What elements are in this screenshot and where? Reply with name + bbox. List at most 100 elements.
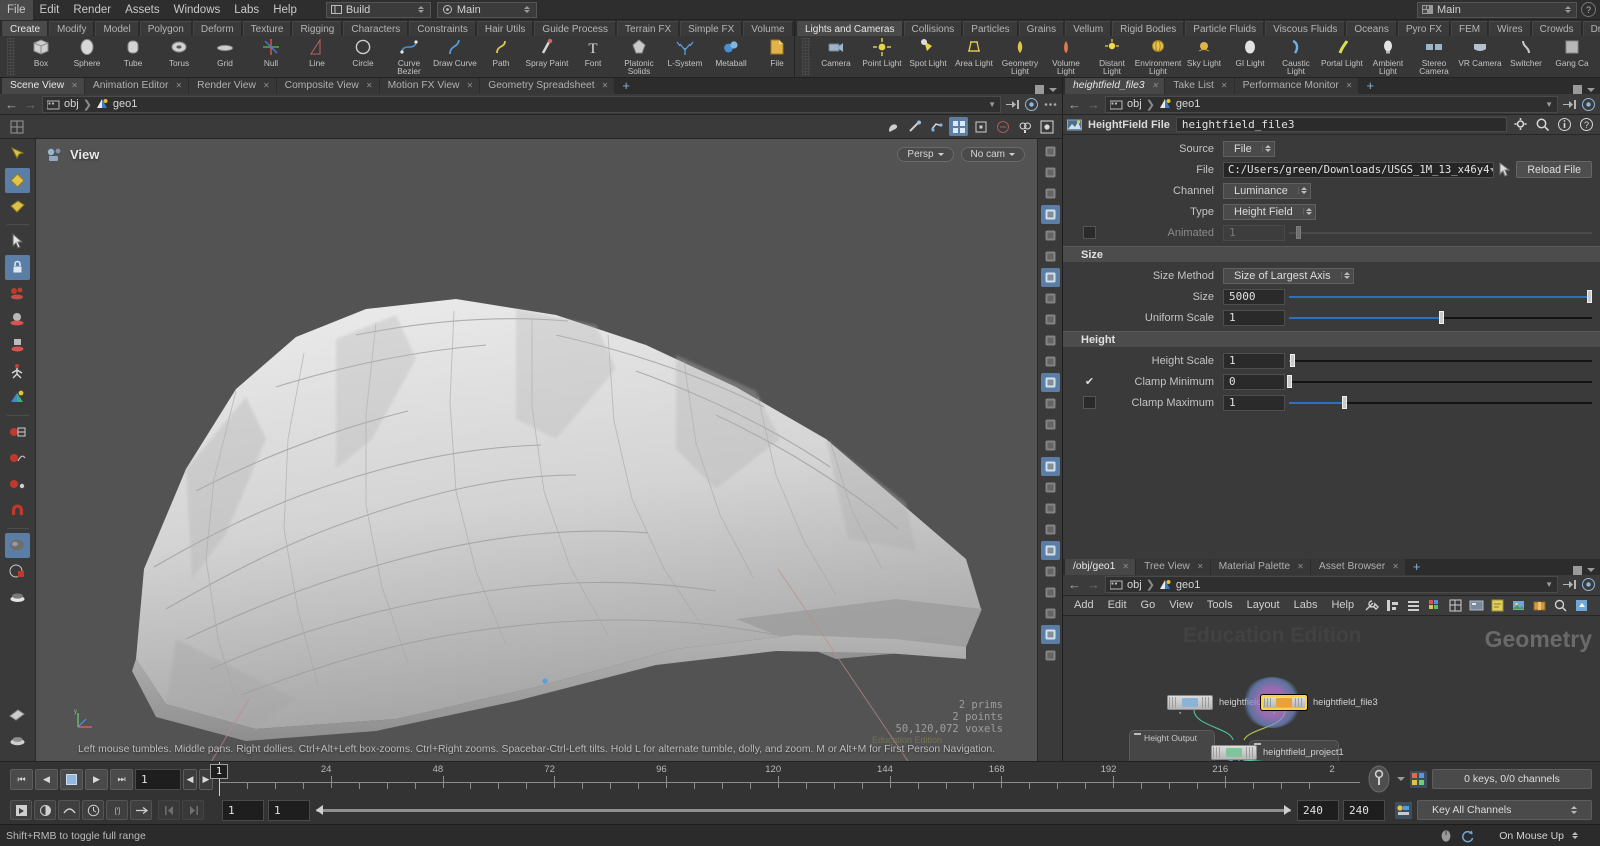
tab-close-icon[interactable]: ✕ xyxy=(1152,78,1159,94)
tab-close-icon[interactable]: ✕ xyxy=(366,78,373,94)
shelf-tool-metaball[interactable]: Metaball xyxy=(708,37,754,77)
time-icon[interactable] xyxy=(82,800,104,820)
parm-menu-spinner[interactable] xyxy=(1302,207,1312,216)
scene-tab-composite-view[interactable]: Composite View ✕ xyxy=(276,78,379,94)
slider-knob[interactable] xyxy=(1287,375,1292,388)
shelf-tool-l-system[interactable]: L-System xyxy=(662,37,708,77)
help-icon[interactable]: ? xyxy=(1581,2,1596,17)
network-canvas[interactable]: Education Edition Geometry Height Output… xyxy=(1063,615,1600,762)
list-icon[interactable] xyxy=(1405,597,1422,614)
layout-selector[interactable]: Main xyxy=(1417,1,1577,18)
node-flags[interactable]: ▪ xyxy=(1223,760,1225,762)
help-view-icon[interactable] xyxy=(1041,646,1060,665)
shelf-tool-torus[interactable]: Torus xyxy=(156,37,202,77)
shelf-tab-deform[interactable]: Deform xyxy=(192,21,242,36)
net-menu-view[interactable]: View xyxy=(1162,595,1200,615)
shelf-tab-rigging[interactable]: Rigging xyxy=(292,21,343,36)
net-target-icon[interactable] xyxy=(1581,577,1596,592)
shelf-tab-constraints[interactable]: Constraints xyxy=(409,21,476,36)
range-start-icon[interactable] xyxy=(158,800,180,820)
color-palette-icon[interactable] xyxy=(1426,597,1443,614)
shelf-tab-crowds[interactable]: Crowds xyxy=(1531,21,1582,36)
parm-value-size[interactable]: 5000 xyxy=(1223,288,1285,305)
shelf-tool-area-light[interactable]: Area Light xyxy=(951,37,997,77)
xray-icon[interactable] xyxy=(1041,415,1060,434)
parm-target-icon[interactable] xyxy=(1581,97,1596,112)
node-body[interactable] xyxy=(1261,694,1307,710)
tab-close-icon[interactable]: ✕ xyxy=(466,78,473,94)
nav-forward-icon[interactable]: → xyxy=(23,97,38,112)
stats-icon[interactable] xyxy=(1041,520,1060,539)
image-icon[interactable] xyxy=(1510,597,1527,614)
build-selector[interactable]: Build xyxy=(325,1,431,18)
menu-labs[interactable]: Labs xyxy=(227,0,266,20)
step-back-button[interactable]: ◀ xyxy=(183,768,197,790)
shelf-tab-vellum[interactable]: Vellum xyxy=(1065,21,1112,36)
net-menu-labs[interactable]: Labs xyxy=(1287,595,1325,615)
net-menu-tools[interactable]: Tools xyxy=(1200,595,1240,615)
parm-menu-size-method[interactable]: Size of Largest Axis xyxy=(1223,267,1354,284)
info-icon[interactable] xyxy=(1557,117,1572,132)
shelf-tool-grid[interactable]: Grid xyxy=(202,37,248,77)
slider-knob[interactable] xyxy=(1290,354,1296,367)
shelf-tool-ambient-light[interactable]: Ambient Light xyxy=(1365,37,1411,77)
rotate-tool-icon[interactable] xyxy=(5,307,30,332)
global-start-field[interactable]: 1 xyxy=(222,799,264,821)
field-icon[interactable] xyxy=(1041,562,1060,581)
viewport-canvas[interactable]: View Persp No cam y 2 prims 2 points 50,… xyxy=(36,139,1037,761)
play-forward-button[interactable]: ▶ xyxy=(85,768,108,790)
tab-close-icon[interactable]: ✕ xyxy=(71,78,78,94)
play-reverse-button[interactable]: ◀ xyxy=(35,768,58,790)
shelf-tool-camera[interactable]: Camera xyxy=(813,37,859,77)
parm-checkbox-animated[interactable] xyxy=(1083,226,1096,239)
shelf-tool-portal-light[interactable]: Portal Light xyxy=(1319,37,1365,77)
search-net-icon[interactable] xyxy=(1552,597,1569,614)
shelf-tool-distant-light[interactable]: Distant Light xyxy=(1089,37,1135,77)
shelf-tool-environment-light[interactable]: Environment Light xyxy=(1135,37,1181,77)
range-slider[interactable] xyxy=(316,805,1291,815)
expand-icon[interactable] xyxy=(1573,597,1590,614)
node-flags[interactable]: ▪ xyxy=(1179,710,1181,717)
menu-edit[interactable]: Edit xyxy=(33,0,67,20)
stop-button[interactable] xyxy=(60,768,83,790)
shelf-tab-viscous-fluids[interactable]: Viscous Fluids xyxy=(1265,21,1346,36)
shelf-tab-particle-fluids[interactable]: Particle Fluids xyxy=(1185,21,1265,36)
net-nav-back-icon[interactable]: ← xyxy=(1067,577,1082,592)
point-display-icon[interactable] xyxy=(905,117,924,136)
scene-graph-icon[interactable] xyxy=(949,117,968,136)
crumb-obj[interactable]: obj xyxy=(64,98,79,110)
parm-slider[interactable] xyxy=(1289,225,1592,241)
pane-menu-icon[interactable] xyxy=(1587,87,1595,92)
shelf-tab-fem[interactable]: FEM xyxy=(1450,21,1489,36)
key-all-icon[interactable] xyxy=(1395,801,1412,819)
paint-icon[interactable] xyxy=(5,559,30,584)
network-box-icon[interactable] xyxy=(1468,597,1485,614)
channel-list-icon[interactable] xyxy=(1410,770,1427,788)
maximize-pane-icon[interactable] xyxy=(1573,85,1582,94)
shelf-tool-switcher[interactable]: Switcher xyxy=(1503,37,1549,77)
pane-menu-icon[interactable] xyxy=(1049,87,1057,92)
scene-path-field[interactable]: obj ❯ geo1 ▼ xyxy=(42,95,1001,113)
view-layout-icon[interactable] xyxy=(1041,142,1060,161)
guides-icon[interactable] xyxy=(1041,436,1060,455)
parm-section-size[interactable]: Size xyxy=(1063,246,1600,262)
parm-value-clamp-maximum[interactable]: 1 xyxy=(1223,394,1285,411)
parm-path-field[interactable]: obj ❯ geo1 ▼ xyxy=(1105,95,1558,113)
net-tab-tree-view[interactable]: Tree View ✕ xyxy=(1136,558,1210,575)
shelf-tab-characters[interactable]: Characters xyxy=(343,21,409,36)
jump-start-button[interactable]: ⏮ xyxy=(10,768,33,790)
shelf-tool-font[interactable]: T Font xyxy=(570,37,616,77)
shelf-tool-file[interactable]: File xyxy=(754,37,794,77)
range-handle-right[interactable] xyxy=(1284,805,1291,815)
node-flags[interactable]: ▪ xyxy=(1273,710,1275,717)
gear-icon[interactable] xyxy=(1513,117,1528,132)
shelf-tab-hair-utils[interactable]: Hair Utils xyxy=(476,21,534,36)
network-box-0[interactable]: Height Output xyxy=(1129,729,1215,761)
shelf-tool-stereo-camera[interactable]: Stereo Camera xyxy=(1411,37,1457,77)
normals-icon[interactable] xyxy=(1041,352,1060,371)
light-toggle-icon[interactable] xyxy=(1040,205,1060,224)
scene-tab-render-view[interactable]: Render View ✕ xyxy=(189,78,276,94)
lock-view-icon[interactable] xyxy=(1041,163,1060,182)
measure-icon[interactable] xyxy=(5,702,30,727)
auto-key-icon[interactable] xyxy=(10,800,32,820)
